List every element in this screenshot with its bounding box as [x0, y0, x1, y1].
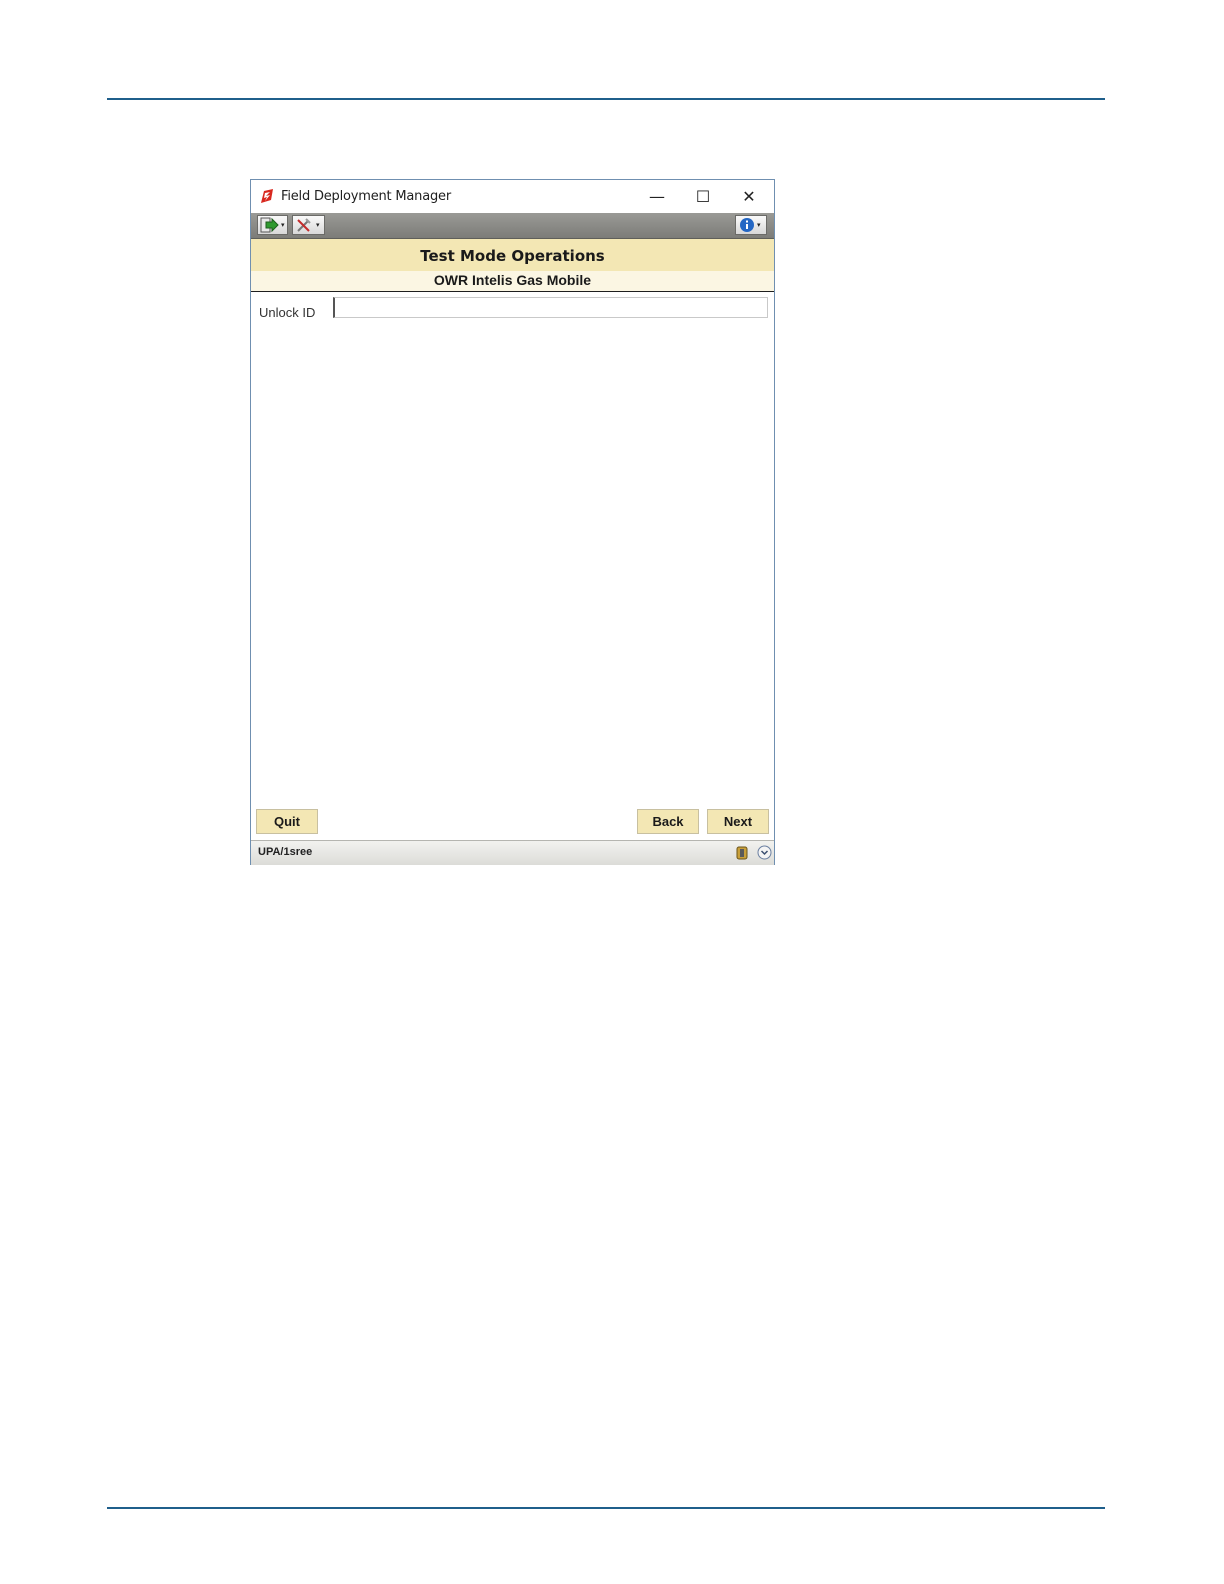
unlock-id-label: Unlock ID [259, 305, 316, 320]
back-button[interactable]: Back [637, 809, 699, 834]
info-menu-button[interactable]: ▾ [735, 215, 767, 235]
status-bar: UPA/1sree [251, 840, 774, 865]
window-title: Field Deployment Manager [281, 189, 451, 204]
chevron-down-icon: ▾ [316, 221, 320, 229]
page-top-rule [107, 98, 1105, 100]
chevron-circle-down-icon[interactable] [757, 845, 772, 860]
unlock-id-input[interactable] [333, 297, 768, 318]
close-button[interactable]: ✕ [726, 180, 772, 213]
chevron-down-icon: ▾ [281, 221, 285, 229]
chevron-down-icon: ▾ [757, 221, 761, 229]
page-bottom-rule [107, 1507, 1105, 1509]
next-button[interactable]: Next [707, 809, 769, 834]
quit-button[interactable]: Quit [256, 809, 318, 834]
toolbar: ▾ ▾ ▾ [251, 213, 774, 239]
database-icon[interactable] [735, 845, 749, 861]
app-logo-icon [261, 189, 273, 203]
title-bar[interactable]: Field Deployment Manager — ☐ ✕ [251, 180, 774, 213]
maximize-button[interactable]: ☐ [680, 180, 726, 213]
page-subtitle: OWR Intelis Gas Mobile [251, 271, 774, 291]
status-text: UPA/1sree [258, 846, 313, 858]
page-title: Test Mode Operations [420, 247, 605, 265]
info-icon [740, 218, 754, 232]
tools-menu-button[interactable]: ▾ [292, 215, 325, 235]
minimize-button[interactable]: — [634, 180, 680, 213]
app-window: Field Deployment Manager — ☐ ✕ ▾ ▾ ▾ Tes… [250, 179, 775, 865]
exit-arrow-icon [260, 217, 279, 233]
tools-icon [297, 218, 311, 232]
exit-menu-button[interactable]: ▾ [257, 215, 288, 235]
screen-header: Test Mode Operations OWR Intelis Gas Mob… [251, 239, 774, 292]
